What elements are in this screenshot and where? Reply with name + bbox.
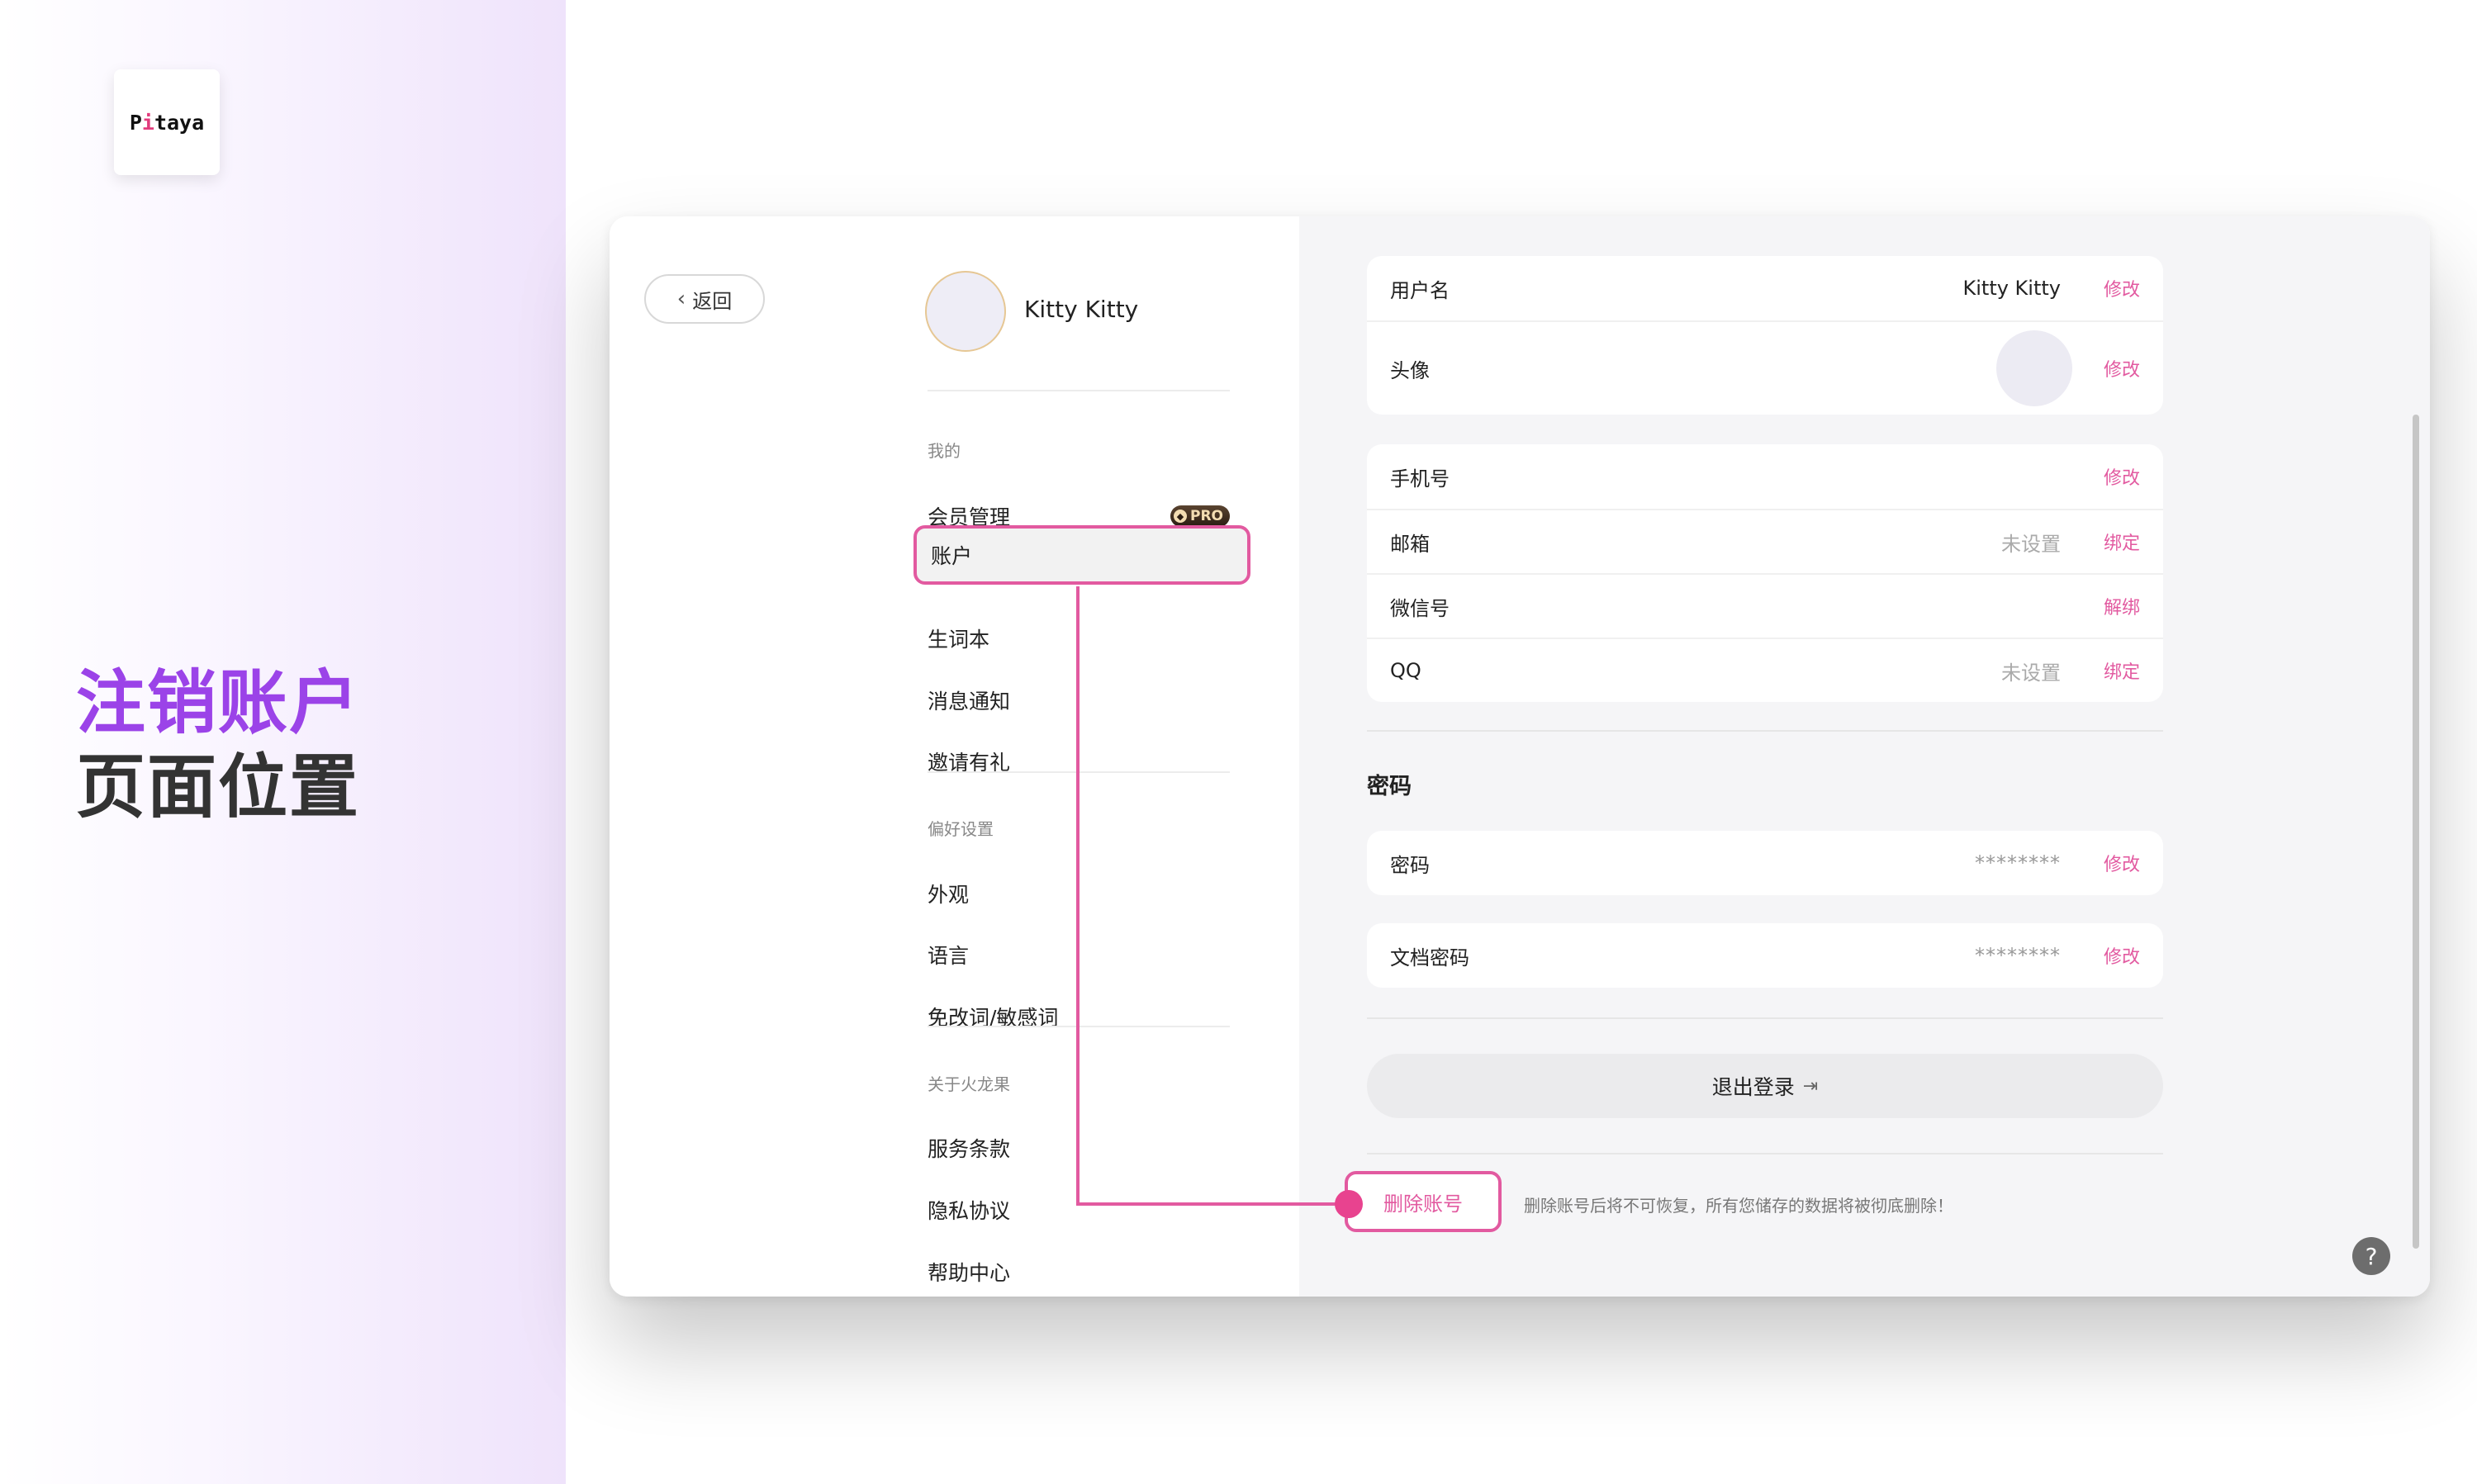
edit-doc-password-link[interactable]: 修改 <box>2102 942 2140 969</box>
logo-text-p: P <box>129 110 142 135</box>
avatar-row: 头像 修改 <box>1367 320 2163 415</box>
app-window: ‹ 返回 Kitty Kitty 我的 会员管理 ◆ PRO 账户 生词本 消息… <box>610 216 2430 1297</box>
headline: 注销账户 页面位置 <box>76 661 360 829</box>
row-label: QQ <box>1390 659 1421 682</box>
username-row: 用户名 Kitty Kitty 修改 <box>1367 256 2163 320</box>
logout-label: 退出登录 <box>1711 1075 1795 1099</box>
sidebar-item-label: 外观 <box>928 883 970 907</box>
section-divider <box>1367 730 2163 732</box>
row-label: 手机号 <box>1390 467 1450 491</box>
section-label-preferences: 偏好设置 <box>928 819 994 839</box>
avatar <box>925 271 1006 352</box>
scrollbar[interactable] <box>2413 415 2419 1249</box>
callout-connector-vertical <box>1076 586 1080 1206</box>
qq-status: 未设置 <box>2001 661 2061 685</box>
logout-icon: ⇥ <box>1802 1075 1819 1097</box>
doc-password-card: 文档密码 ******** 修改 <box>1367 923 2163 988</box>
logo-text-rest: taya <box>154 110 205 135</box>
sidebar-item-label: 生词本 <box>928 628 990 652</box>
account-settings-panel: 用户名 Kitty Kitty 修改 头像 修改 手机号 修改 邮箱 未设置 绑… <box>1299 216 2430 1297</box>
doc-password-mask: ******** <box>1975 944 2061 967</box>
sidebar-item-label: 服务条款 <box>928 1137 1011 1161</box>
unbind-wechat-link[interactable]: 解绑 <box>2102 593 2140 619</box>
user-name: Kitty Kitty <box>1024 296 1139 323</box>
section-divider <box>1367 1017 2163 1019</box>
question-icon[interactable]: ? <box>2352 1237 2390 1275</box>
sidebar-item-label: 消息通知 <box>928 690 1011 714</box>
row-label: 用户名 <box>1390 278 1450 302</box>
password-section-title: 密码 <box>1367 774 1412 799</box>
settings-sidebar: ‹ 返回 Kitty Kitty 我的 会员管理 ◆ PRO 账户 生词本 消息… <box>610 216 1299 1297</box>
sidebar-item-label: 帮助中心 <box>928 1261 1011 1285</box>
password-card: 密码 ******** 修改 <box>1367 831 2163 895</box>
sidebar-item-label: 隐私协议 <box>928 1199 1011 1223</box>
sidebar-item-help[interactable]: 帮助中心 <box>928 1249 1230 1295</box>
username-value: Kitty Kitty <box>1962 277 2062 300</box>
email-status: 未设置 <box>2001 532 2061 556</box>
qq-row: QQ 未设置 绑定 <box>1367 638 2163 702</box>
headline-line1: 注销账户 <box>76 662 361 743</box>
pro-badge: ◆ PRO <box>1170 505 1230 527</box>
phone-row: 手机号 修改 <box>1367 444 2163 509</box>
sidebar-divider <box>928 390 1230 391</box>
doc-password-row: 文档密码 ******** 修改 <box>1367 923 2163 988</box>
pitaya-logo: Pi taya <box>114 69 220 175</box>
logo-text-i: i <box>141 110 154 135</box>
callout-dot <box>1335 1190 1363 1218</box>
delete-account-button[interactable]: 删除账号 <box>1345 1171 1502 1232</box>
chevron-left-icon: ‹ <box>676 287 686 311</box>
row-label: 邮箱 <box>1390 532 1430 556</box>
profile-card: 用户名 Kitty Kitty 修改 头像 修改 <box>1367 256 2163 415</box>
back-button[interactable]: ‹ 返回 <box>644 274 765 324</box>
section-label-mine: 我的 <box>928 441 961 461</box>
bind-qq-link[interactable]: 绑定 <box>2102 657 2140 684</box>
section-divider <box>1367 1153 2163 1154</box>
sidebar-item-account[interactable]: 账户 <box>913 525 1250 585</box>
pro-badge-text: PRO <box>1189 508 1223 524</box>
row-label: 密码 <box>1390 853 1430 877</box>
password-row: 密码 ******** 修改 <box>1367 831 2163 895</box>
back-label: 返回 <box>692 289 733 313</box>
row-label: 文档密码 <box>1390 946 1469 970</box>
edit-username-link[interactable]: 修改 <box>2102 275 2140 301</box>
logout-button[interactable]: 退出登录 ⇥ <box>1367 1054 2163 1118</box>
email-row: 邮箱 未设置 绑定 <box>1367 509 2163 573</box>
contact-card: 手机号 修改 邮箱 未设置 绑定 微信号 解绑 QQ 未设置 绑定 <box>1367 444 2163 702</box>
wechat-row: 微信号 解绑 <box>1367 573 2163 638</box>
bind-email-link[interactable]: 绑定 <box>2102 529 2140 555</box>
sidebar-item-label: 语言 <box>928 944 970 968</box>
password-mask: ******** <box>1975 851 2061 875</box>
sidebar-item-label: 账户 <box>931 544 973 568</box>
headline-line2: 页面位置 <box>76 747 361 827</box>
delete-account-label: 删除账号 <box>1383 1192 1463 1216</box>
edit-password-link[interactable]: 修改 <box>2102 850 2140 876</box>
row-label: 头像 <box>1390 358 1430 382</box>
callout-connector-horizontal <box>1076 1202 1349 1206</box>
section-label-about: 关于火龙果 <box>928 1074 1010 1094</box>
edit-avatar-link[interactable]: 修改 <box>2102 355 2140 382</box>
gem-icon: ◆ <box>1173 510 1187 523</box>
avatar-preview <box>1996 330 2072 406</box>
edit-phone-link[interactable]: 修改 <box>2102 463 2140 490</box>
delete-account-warning: 删除账号后将不可恢复，所有您储存的数据将被彻底删除！ <box>1524 1196 1953 1216</box>
row-label: 微信号 <box>1390 596 1450 620</box>
